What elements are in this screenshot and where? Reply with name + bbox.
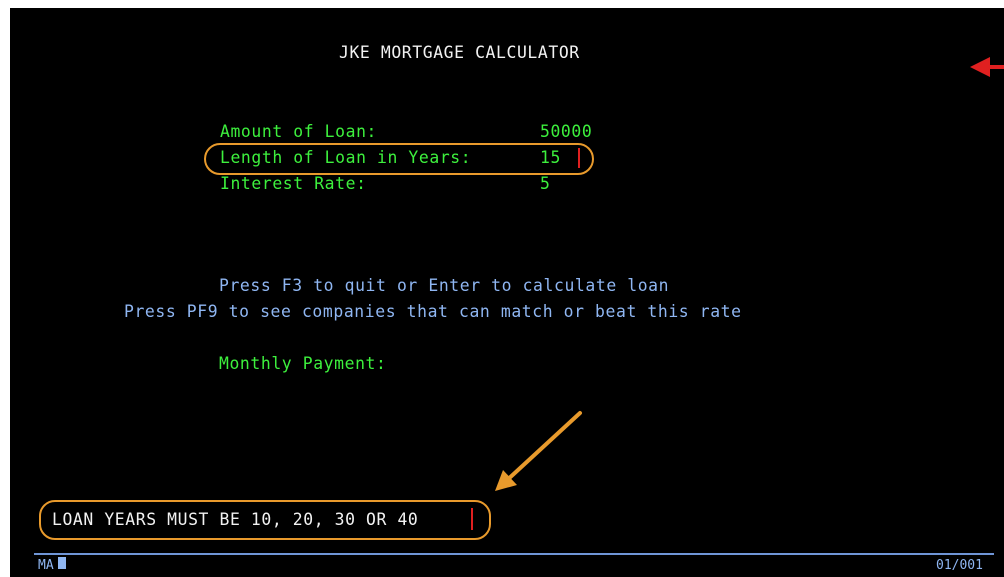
status-cursor	[58, 557, 66, 569]
arrow-to-error-icon	[495, 411, 582, 491]
status-mode: MA	[38, 558, 54, 573]
status-position: 01/001	[936, 558, 983, 573]
red-arrow-icon	[970, 57, 1004, 77]
status-separator	[34, 553, 994, 555]
annotation-arrows	[495, 57, 1004, 491]
